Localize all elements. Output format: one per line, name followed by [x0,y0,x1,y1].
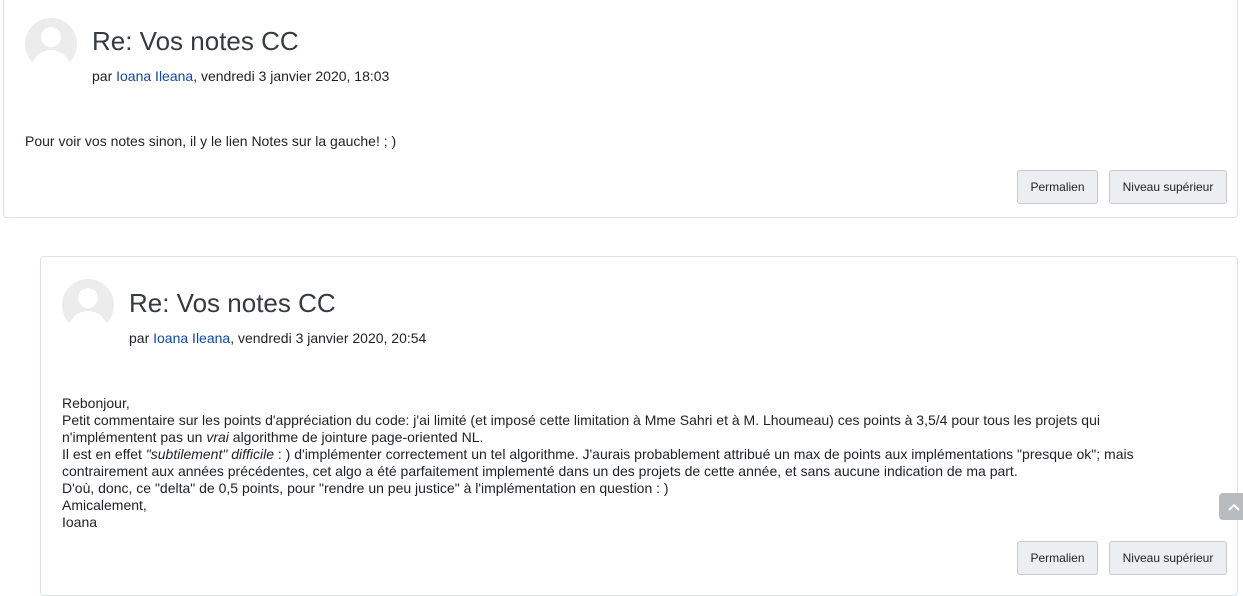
parent-level-button[interactable]: Niveau supérieur [1109,170,1227,204]
author-link[interactable]: Ioana Ileana [153,330,230,346]
post-content: Rebonjour, Petit commentaire sur les poi… [62,395,1232,531]
emphasis-text: vrai [206,429,229,445]
avatar[interactable] [25,18,77,70]
back-to-top-button[interactable] [1219,493,1243,520]
post-date: , vendredi 3 janvier 2020, 18:03 [193,68,390,84]
emphasis-text: "subtilement" difficile [145,446,275,462]
forum-post-1: Re: Vos notes CC par Ioana Ileana, vendr… [3,0,1238,218]
permalink-button[interactable]: Permalien [1017,170,1098,204]
content-line: n'implémentent pas un vrai algorithme de… [62,429,1232,446]
byline-prefix: par [129,330,154,346]
content-line: Ioana [62,514,98,530]
byline-prefix: par [92,68,117,84]
chevron-up-icon [1228,503,1240,511]
content-line: Rebonjour, [62,395,130,411]
text-span: algorithme de jointure page-oriented NL. [228,429,484,445]
permalink-button[interactable]: Permalien [1017,541,1098,575]
post-byline: par Ioana Ileana, vendredi 3 janvier 202… [92,68,389,84]
content-line: Amicalement, [62,497,147,513]
text-span: Il est en effet [62,446,146,462]
post-date: , vendredi 3 janvier 2020, 20:54 [230,330,427,346]
forum-post-2: Re: Vos notes CC par Ioana Ileana, vendr… [40,256,1238,596]
content-line: Pour voir vos notes sinon, il y le lien … [25,133,397,149]
parent-level-button[interactable]: Niveau supérieur [1109,541,1227,575]
post-title: Re: Vos notes CC [92,26,299,56]
author-link[interactable]: Ioana Ileana [116,68,193,84]
avatar[interactable] [62,279,114,331]
content-line: contrairement aux années précédentes, ce… [62,463,1018,479]
content-line: Il est en effet "subtilement" difficile … [62,446,1232,463]
post-byline: par Ioana Ileana, vendredi 3 janvier 202… [129,330,426,346]
post-content: Pour voir vos notes sinon, il y le lien … [25,133,396,150]
text-span: n'implémentent pas un [62,429,207,445]
content-line: Petit commentaire sur les points d'appré… [62,412,1100,428]
text-span: : ) d'implémenter correctement un tel al… [274,446,1134,462]
content-line: D'où, donc, ce "delta" de 0,5 points, po… [62,480,669,496]
post-title: Re: Vos notes CC [129,288,336,318]
